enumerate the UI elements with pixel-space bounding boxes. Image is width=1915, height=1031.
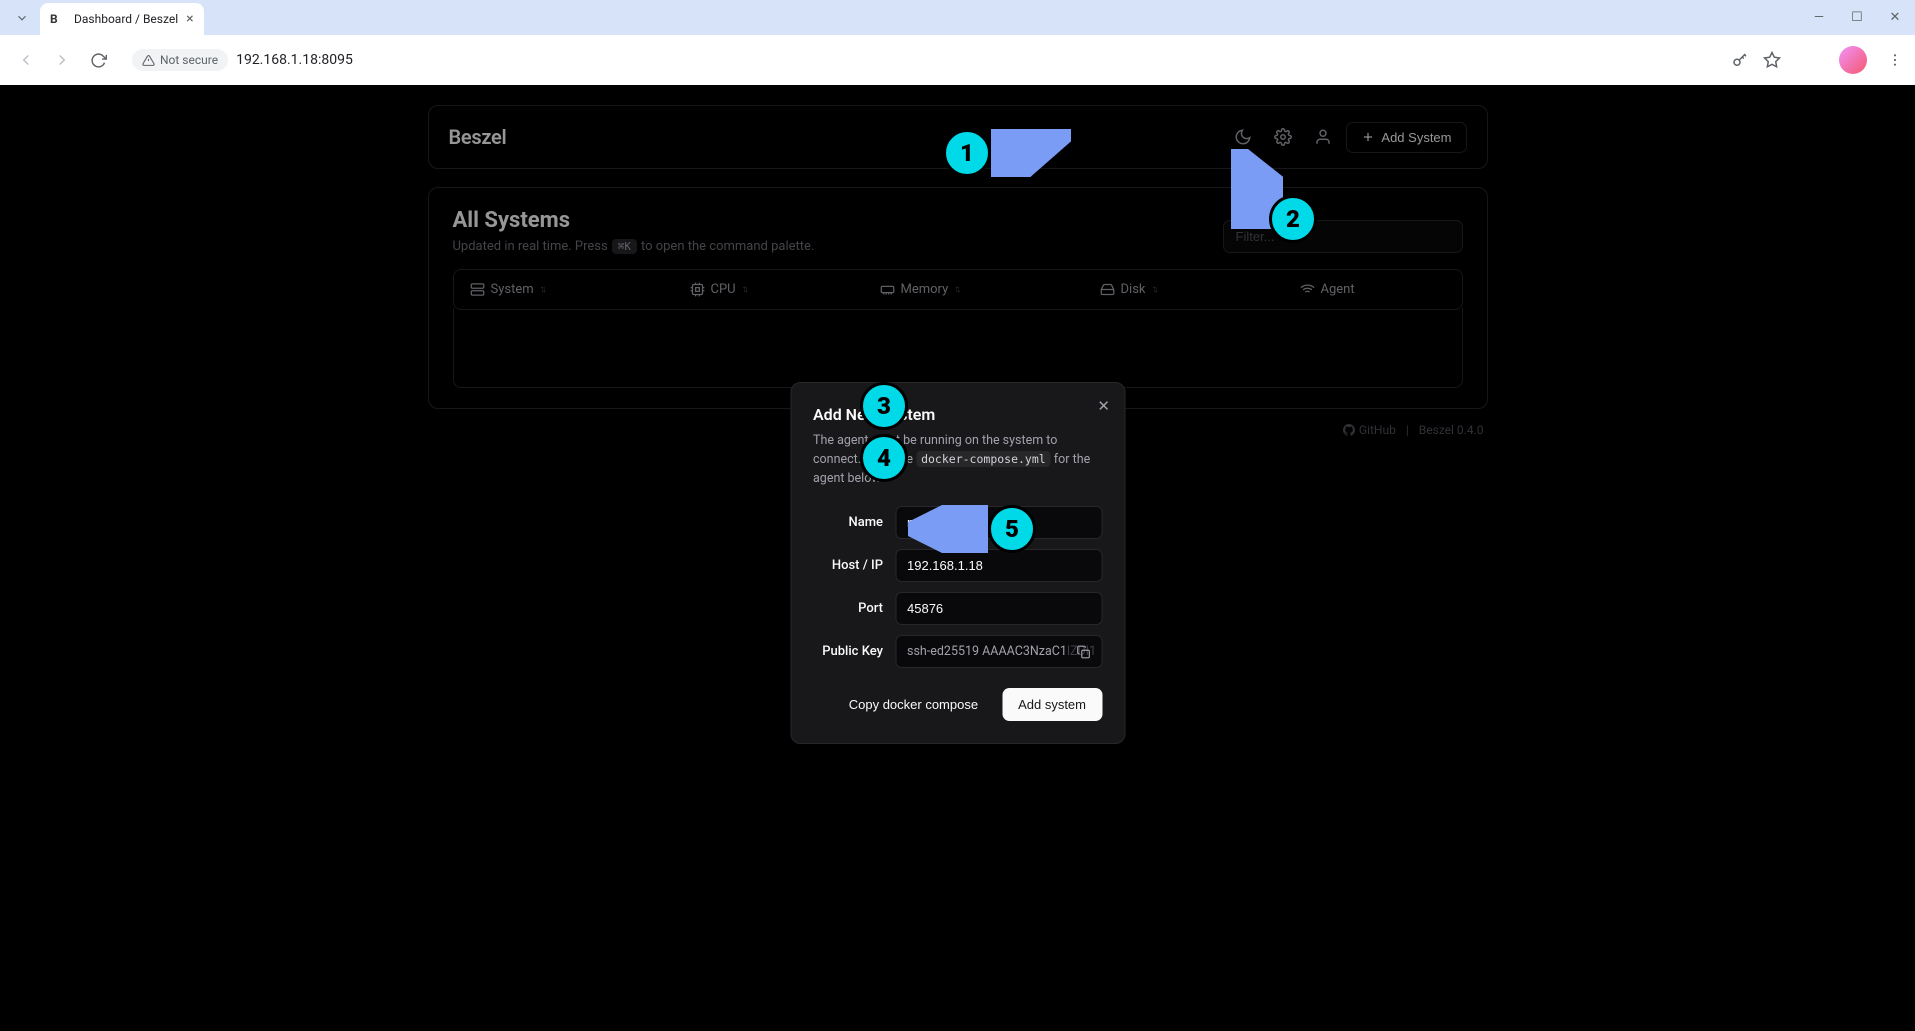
security-chip[interactable]: Not secure [132,49,228,71]
theme-toggle-icon[interactable] [1226,120,1260,154]
col-system[interactable]: System ↑↓ [470,282,690,297]
disk-icon [1100,282,1115,297]
memory-icon [880,282,895,297]
browser-tab[interactable]: B Dashboard / Beszel × [40,3,204,35]
tab-dropdown-icon[interactable] [8,4,36,32]
server-icon [470,282,485,297]
url-text: 192.168.1.18:8095 [236,52,353,68]
col-agent[interactable]: Agent [1300,282,1446,297]
sort-icon: ↑↓ [742,284,746,295]
tab-bar: B Dashboard / Beszel × — ☐ ✕ [0,0,1915,35]
public-key-label: Public Key [813,644,883,659]
port-label: Port [813,601,883,616]
wifi-icon [1300,282,1315,297]
logo[interactable]: Beszel [449,125,507,149]
filter-input[interactable] [1223,220,1463,253]
col-disk[interactable]: Disk ↑↓ [1100,282,1300,297]
sort-icon: ↑↓ [954,284,958,295]
close-window-icon[interactable]: ✕ [1885,10,1905,25]
public-key-value: ssh-ed25519 AAAAC3NzaC1lZDI1 [895,635,1102,668]
host-label: Host / IP [813,558,883,573]
footer-divider: | [1406,423,1409,437]
settings-gear-icon[interactable] [1266,120,1300,154]
app-version: Beszel 0.4.0 [1419,423,1484,437]
port-input[interactable] [895,592,1102,625]
modal-description: The agent must be running on the system … [813,432,1102,488]
copy-key-icon[interactable] [1072,641,1094,663]
col-memory[interactable]: Memory ↑↓ [880,282,1100,297]
name-label: Name [813,515,883,530]
profile-avatar[interactable] [1839,46,1867,74]
cpu-icon [690,282,705,297]
add-system-button[interactable]: Add System [1346,122,1466,153]
host-input[interactable] [895,549,1102,582]
back-icon[interactable] [12,46,40,74]
security-label: Not secure [160,53,218,67]
password-key-icon[interactable] [1731,51,1749,69]
user-icon[interactable] [1306,120,1340,154]
table-header: System ↑↓ CPU ↑↓ Memory ↑↓ Disk ↑↓ [453,269,1463,310]
modal-title: Add New System [813,405,1102,424]
github-link[interactable]: GitHub [1343,423,1396,437]
reload-icon[interactable] [84,46,112,74]
github-icon [1343,424,1355,436]
window-controls: — ☐ ✕ [1809,0,1905,35]
forward-icon[interactable] [48,46,76,74]
address-bar[interactable]: Not secure 192.168.1.18:8095 [120,42,1801,78]
tab-close-icon[interactable]: × [186,11,193,27]
sort-icon: ↑↓ [1152,284,1156,295]
plus-icon [1361,130,1375,144]
browser-menu-icon[interactable] [1887,52,1903,68]
add-system-submit-button[interactable]: Add system [1002,688,1102,721]
table-body-empty [453,308,1463,388]
col-cpu[interactable]: CPU ↑↓ [690,282,880,297]
maximize-icon[interactable]: ☐ [1847,10,1867,25]
address-bar-row: Not secure 192.168.1.18:8095 [0,35,1915,85]
bookmark-star-icon[interactable] [1763,51,1781,69]
kbd-shortcut: ⌘K [612,239,637,254]
app-header: Beszel Add System [428,105,1488,169]
warning-icon [142,54,155,67]
modal-close-icon[interactable]: ✕ [1097,397,1110,415]
sort-icon: ↑↓ [540,284,544,295]
add-system-modal: ✕ Add New System The agent must be runni… [790,382,1125,744]
tab-favicon-icon: B [50,11,66,27]
systems-panel: All Systems Updated in real time. Press … [428,187,1488,409]
minimize-icon[interactable]: — [1809,10,1829,25]
name-input[interactable] [895,506,1102,539]
tab-title: Dashboard / Beszel [74,12,178,26]
add-system-label: Add System [1381,130,1451,145]
copy-docker-compose-button[interactable]: Copy docker compose [835,688,992,721]
app-body: Beszel Add System All Systems [0,85,1915,1031]
browser-chrome: B Dashboard / Beszel × — ☐ ✕ Not secure … [0,0,1915,85]
